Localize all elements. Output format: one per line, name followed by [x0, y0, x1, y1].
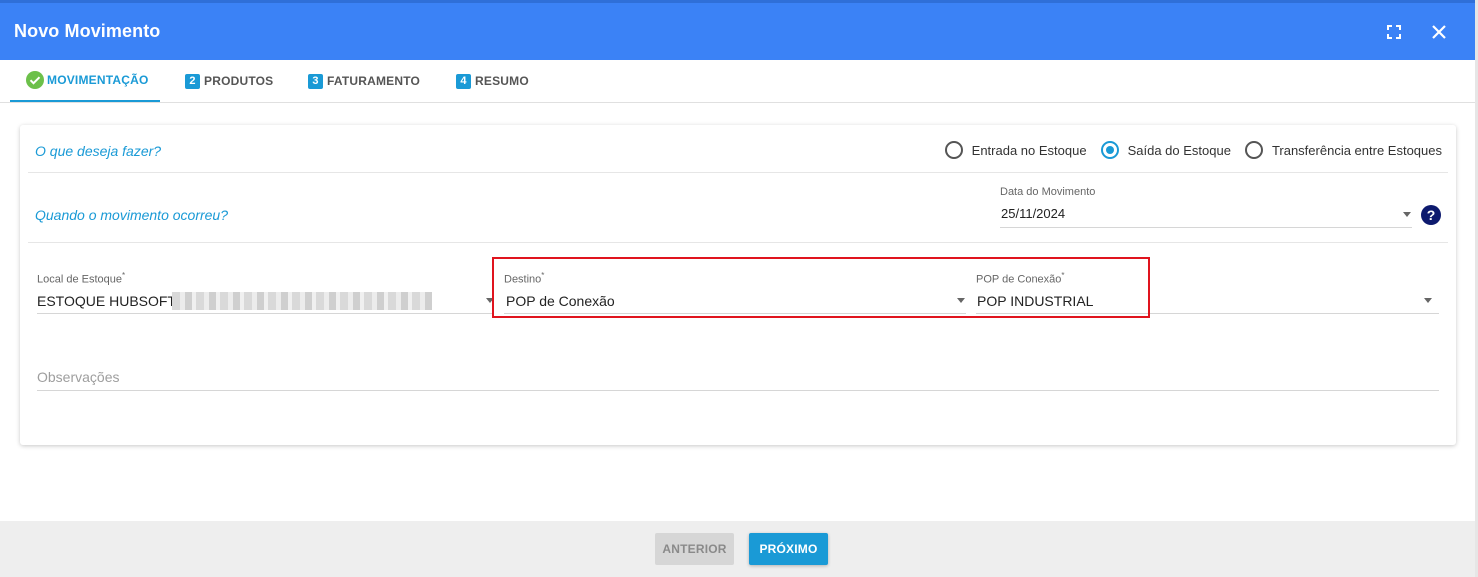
radio-label: Entrada no Estoque [971, 142, 1087, 158]
modal-footer: ANTERIOR PRÓXIMO [0, 521, 1475, 577]
check-circle-icon [26, 71, 44, 89]
help-icon[interactable]: ? [1421, 205, 1441, 225]
radio-label: Transferência entre Estoques [1271, 142, 1442, 158]
radio-transferencia-estoques[interactable]: Transferência entre Estoques [1244, 141, 1442, 159]
tab-produtos[interactable]: 2 PRODUTOS [185, 60, 273, 102]
question-action: O que deseja fazer? [35, 143, 162, 159]
divider [28, 172, 1448, 173]
observacoes-underline [37, 390, 1439, 391]
chevron-down-icon[interactable] [1424, 298, 1432, 303]
date-field-label: Data do Movimento [1000, 186, 1096, 198]
radio-label: Saída do Estoque [1127, 142, 1231, 158]
radio-circle-icon [1244, 141, 1263, 159]
redacted-text [172, 292, 432, 310]
expand-icon[interactable] [1383, 21, 1405, 43]
tab-label: PRODUTOS [204, 74, 274, 88]
step-number-badge: 2 [185, 73, 200, 89]
movement-form-card: O que deseja fazer? Entrada no Estoque S… [20, 125, 1456, 445]
observacoes-field[interactable]: Observações [37, 369, 119, 385]
radio-entrada-estoque[interactable]: Entrada no Estoque [944, 141, 1087, 159]
date-field-underline [1000, 227, 1412, 228]
tab-movimentacao[interactable]: MOVIMENTAÇÃO [10, 60, 160, 102]
close-icon[interactable] [1428, 21, 1450, 43]
tab-label: FATURAMENTO [327, 74, 421, 88]
movement-type-radio-group: Entrada no Estoque Saída do Estoque Tran… [931, 141, 1442, 159]
highlight-box [492, 257, 1150, 318]
question-when: Quando o movimento ocorreu? [35, 207, 228, 223]
local-estoque-value[interactable]: ESTOQUE HUBSOFT - [37, 293, 184, 309]
tab-resumo[interactable]: 4 RESUMO [456, 60, 529, 102]
step-number-badge: 4 [456, 73, 471, 89]
tab-faturamento[interactable]: 3 FATURAMENTO [308, 60, 420, 102]
chevron-down-icon[interactable] [1403, 212, 1411, 217]
previous-button[interactable]: ANTERIOR [655, 533, 734, 565]
date-field-value[interactable]: 25/11/2024 [1001, 206, 1065, 221]
radio-saida-estoque[interactable]: Saída do Estoque [1100, 141, 1231, 159]
local-estoque-label: Local de Estoque* [37, 271, 126, 286]
radio-checked-icon [1100, 141, 1119, 159]
radio-circle-icon [944, 141, 963, 159]
step-number-badge: 3 [308, 73, 323, 89]
tab-label: MOVIMENTAÇÃO [47, 73, 149, 87]
next-button[interactable]: PRÓXIMO [749, 533, 828, 565]
modal-header: Novo Movimento [0, 0, 1475, 60]
tab-label: RESUMO [475, 74, 529, 88]
divider [28, 242, 1448, 243]
local-estoque-underline [37, 313, 493, 314]
modal-title: Novo Movimento [14, 21, 161, 41]
wizard-tabs: MOVIMENTAÇÃO 2 PRODUTOS 3 FATURAMENTO 4 … [0, 60, 1475, 103]
